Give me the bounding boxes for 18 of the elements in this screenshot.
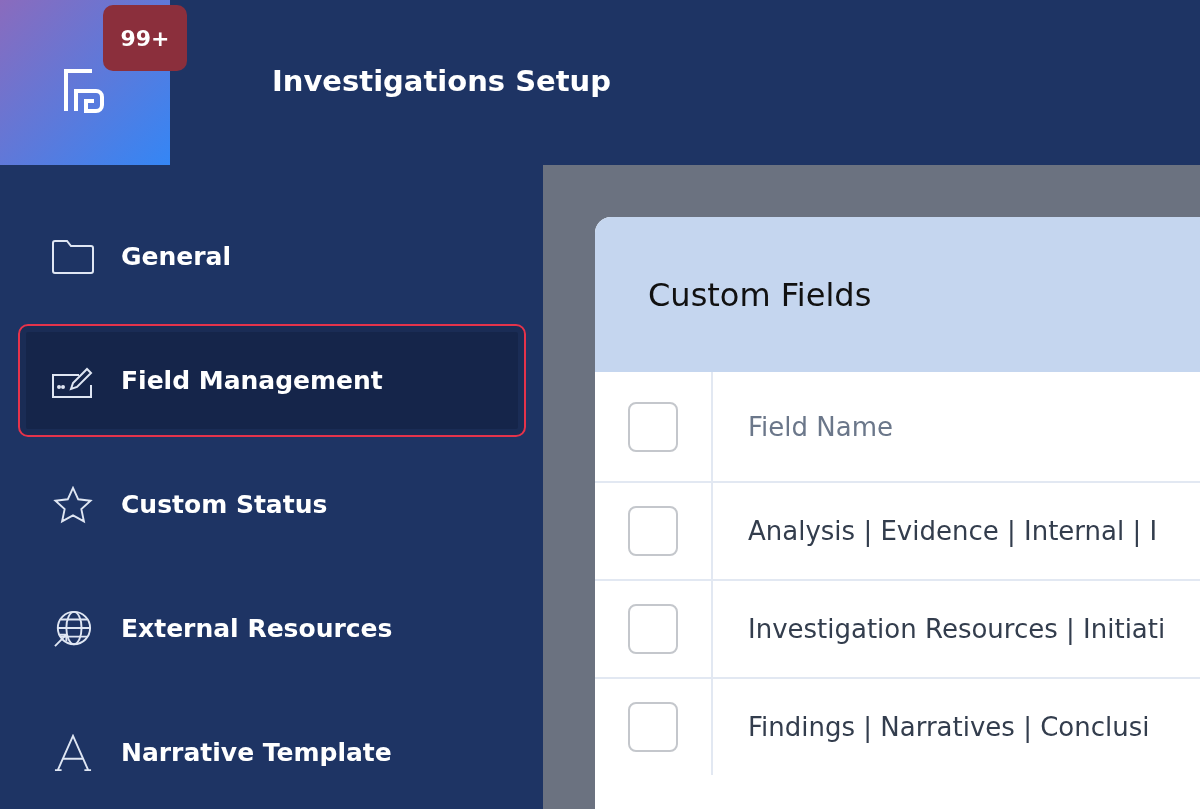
star-icon: [51, 485, 95, 524]
checkbox[interactable]: [628, 506, 678, 556]
notification-badge: 99+: [103, 5, 187, 71]
page-title: Investigations Setup: [272, 63, 611, 98]
column-header: Field Name: [747, 410, 893, 444]
sidebar-item[interactable]: General: [18, 200, 526, 313]
checkbox[interactable]: [628, 604, 678, 654]
checkbox[interactable]: [628, 702, 678, 752]
checkbox[interactable]: [628, 401, 678, 452]
table-cell-text: Analysis | Evidence | Internal | I: [747, 515, 1158, 549]
sidebar-item[interactable]: Field Management: [18, 324, 526, 437]
sidebar-item[interactable]: Narrative Template: [18, 696, 526, 809]
table-cell-text: Findings | Narratives | Conclusi: [747, 711, 1150, 745]
sidebar-item[interactable]: External Resources: [18, 572, 526, 685]
sidebar-item[interactable]: Custom Status: [18, 448, 526, 561]
folder-icon: [51, 237, 95, 276]
table-cell-text: Investigation Resources | Initiati: [747, 613, 1166, 647]
card-title: Custom Fields: [595, 217, 1200, 372]
